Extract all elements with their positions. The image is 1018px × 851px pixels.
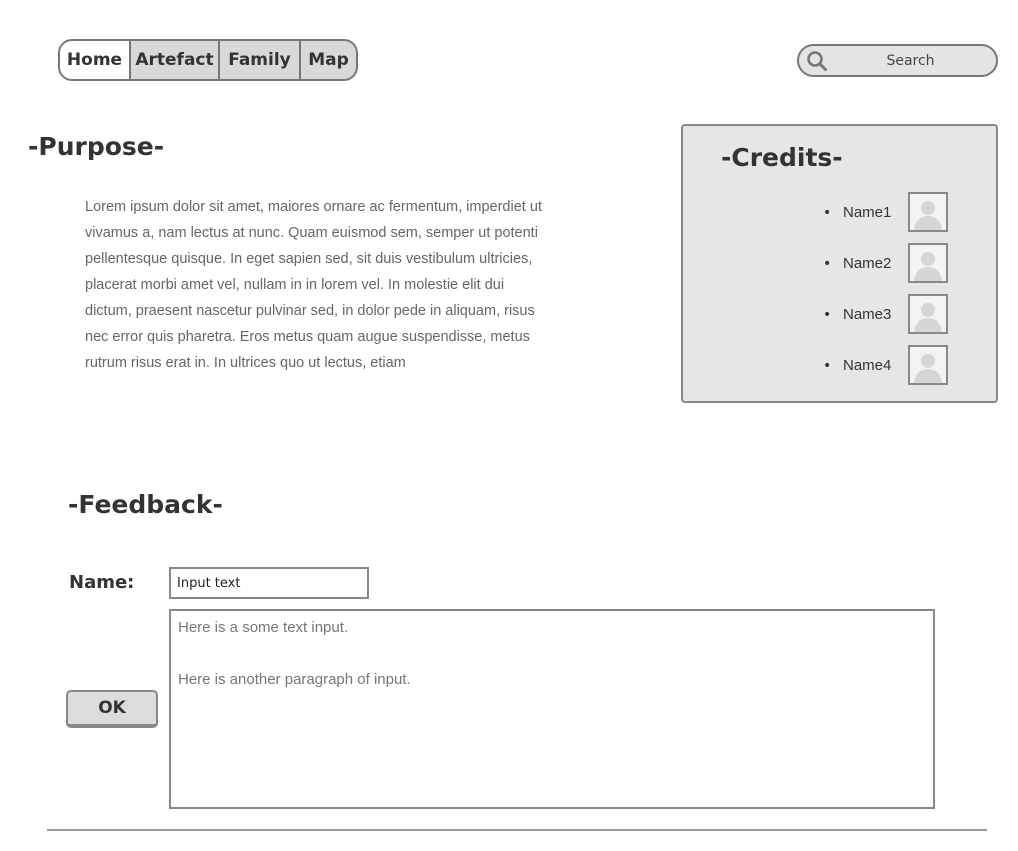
credit-item: • Name2 [823, 243, 953, 285]
credit-name: Name4 [843, 357, 892, 374]
bullet-icon: • [823, 205, 832, 221]
credits-heading: -Credits- [721, 143, 843, 172]
tab-map[interactable]: Map [299, 41, 356, 79]
search-icon[interactable] [806, 50, 828, 72]
ok-button[interactable]: OK [66, 690, 158, 728]
user-avatar-icon [908, 345, 948, 385]
tab-artefact[interactable]: Artefact [129, 41, 218, 79]
credit-name: Name3 [843, 306, 892, 323]
search-box [797, 44, 998, 77]
user-avatar-icon [908, 294, 948, 334]
credit-name: Name1 [843, 204, 892, 221]
footer-divider [47, 829, 987, 831]
main-nav: Home Artefact Family Map [58, 39, 358, 81]
user-avatar-icon [908, 243, 948, 283]
search-input[interactable] [799, 51, 996, 70]
credit-name: Name2 [843, 255, 892, 272]
credit-item: • Name3 [823, 294, 953, 336]
name-input[interactable] [169, 567, 369, 599]
credit-item: • Name1 [823, 192, 953, 234]
feedback-heading: -Feedback- [68, 490, 223, 519]
purpose-heading: -Purpose- [28, 132, 165, 161]
purpose-text: Lorem ipsum dolor sit amet, maiores orna… [85, 199, 542, 371]
credits-panel: -Credits- • Name1 • Name2 • Name3 • Name… [681, 124, 998, 403]
bullet-icon: • [823, 256, 832, 272]
tab-home[interactable]: Home [60, 41, 129, 79]
bullet-icon: • [823, 307, 832, 323]
name-label: Name: [69, 572, 135, 593]
feedback-textarea[interactable]: Here is a some text input. Here is anoth… [169, 609, 935, 809]
textarea-paragraph: Here is another paragraph of input. [178, 671, 411, 688]
bullet-icon: • [823, 358, 832, 374]
textarea-paragraph: Here is a some text input. [178, 619, 349, 636]
user-avatar-icon [908, 192, 948, 232]
tab-family[interactable]: Family [218, 41, 299, 79]
credit-item: • Name4 [823, 345, 953, 387]
